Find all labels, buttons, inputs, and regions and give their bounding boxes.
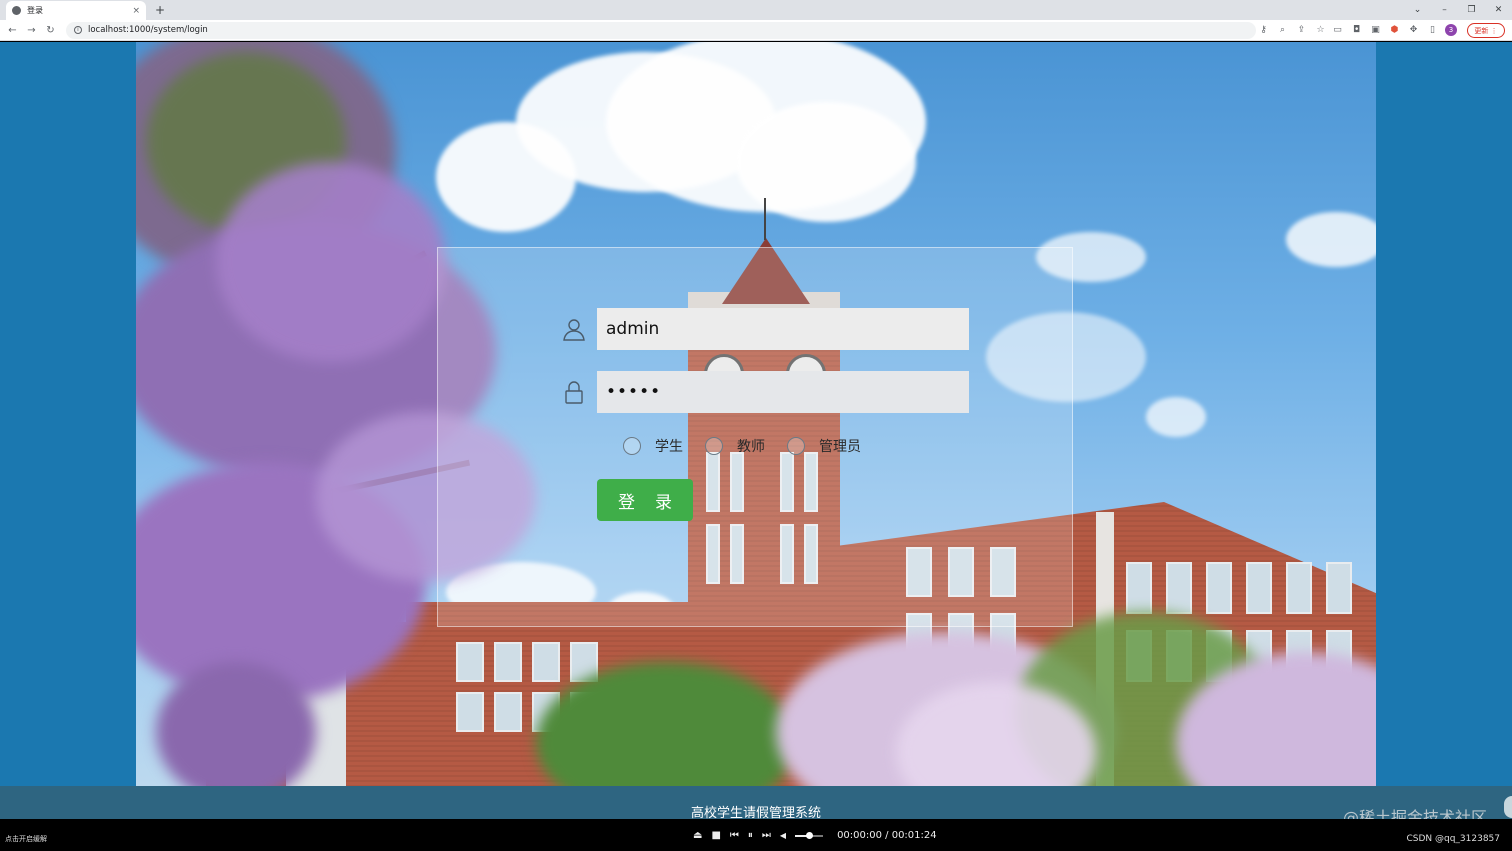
video-player-bar: 点击开启缓解 ⏏ ■ ⏮ ⏸ ⏭ ◀ 00:00:00 / 00:01:24 C… <box>0 819 1512 851</box>
screenshot-icon[interactable]: ◘ <box>1347 25 1366 35</box>
tab-search-icon[interactable]: ⌄ <box>1404 5 1431 15</box>
login-panel: 学生 教师 管理员 登录 <box>437 247 1073 627</box>
role-option-teacher[interactable]: 教师 <box>705 436 765 456</box>
radio-circle[interactable] <box>705 437 723 455</box>
floating-handle[interactable] <box>1504 796 1512 818</box>
pause-icon[interactable]: ⏸ <box>748 830 753 841</box>
zoom-icon[interactable]: ⌕ <box>1273 25 1292 35</box>
role-label: 学生 <box>655 439 683 455</box>
new-tab-button[interactable]: + <box>154 3 166 17</box>
forward-icon[interactable]: → <box>22 25 41 36</box>
close-window-button[interactable]: ✕ <box>1485 5 1512 15</box>
login-button[interactable]: 登录 <box>597 479 693 521</box>
username-row <box>438 308 1072 350</box>
volume-slider[interactable] <box>795 831 824 839</box>
eject-icon[interactable]: ⏏ <box>693 830 702 841</box>
update-label: 更新 <box>1474 26 1489 35</box>
radio-circle[interactable] <box>787 437 805 455</box>
radio-circle[interactable] <box>623 437 641 455</box>
reload-icon[interactable]: ↻ <box>41 25 60 36</box>
globe-icon <box>12 6 21 15</box>
playback-time: 00:00:00 / 00:01:24 <box>837 830 937 841</box>
update-button[interactable]: 更新 ⋮ <box>1467 23 1505 38</box>
cast-icon[interactable]: ▭ <box>1328 25 1347 35</box>
role-radio-group: 学生 教师 管理员 <box>623 436 883 456</box>
user-icon <box>563 319 585 341</box>
shield-extension-icon[interactable]: ⬢ <box>1385 25 1404 35</box>
profile-avatar[interactable]: 3 <box>1445 24 1457 36</box>
share-icon[interactable]: ⇪ <box>1292 25 1311 35</box>
csdn-label: CSDN @qq_3123857 <box>1406 834 1500 844</box>
role-label: 教师 <box>737 439 765 455</box>
address-bar[interactable]: i localhost:1000/system/login <box>66 21 1256 39</box>
volume-icon[interactable]: ◀ <box>780 831 786 840</box>
player-hint[interactable]: 点击开启缓解 <box>5 834 47 844</box>
previous-icon[interactable]: ⏮ <box>730 830 739 841</box>
next-icon[interactable]: ⏭ <box>762 830 771 841</box>
site-info-icon[interactable]: i <box>74 26 82 34</box>
page-footer: 高校学生请假管理系统 @稀土掘金技术社区 <box>0 786 1512 827</box>
login-page: 学生 教师 管理员 登录 <box>0 42 1512 786</box>
close-tab-icon[interactable]: × <box>132 6 140 16</box>
url-text[interactable]: localhost:1000/system/login <box>88 25 208 35</box>
lock-icon <box>565 381 583 404</box>
username-input[interactable] <box>597 308 969 350</box>
browser-tab[interactable]: 登录 × <box>6 1 146 20</box>
extensions-puzzle-icon[interactable]: ✥ <box>1404 25 1423 35</box>
minimize-button[interactable]: – <box>1431 5 1458 15</box>
role-option-student[interactable]: 学生 <box>623 436 683 456</box>
restore-button[interactable]: ❐ <box>1458 5 1485 15</box>
key-icon[interactable]: ⚷ <box>1254 25 1273 35</box>
volume-knob[interactable] <box>806 831 814 839</box>
browser-tab-strip: 登录 × + ⌄ – ❐ ✕ <box>0 0 1512 20</box>
role-label: 管理员 <box>819 439 861 455</box>
side-panel-icon[interactable]: ▯ <box>1423 25 1442 35</box>
back-icon[interactable]: ← <box>3 25 22 36</box>
stop-icon[interactable]: ■ <box>711 830 720 841</box>
password-input[interactable] <box>597 371 969 413</box>
image-extension-icon[interactable]: ▣ <box>1366 25 1385 35</box>
tab-title: 登录 <box>27 6 43 15</box>
role-option-admin[interactable]: 管理员 <box>787 436 861 456</box>
password-row <box>438 371 1072 413</box>
browser-toolbar: ← → ↻ i localhost:1000/system/login ⚷ ⌕ … <box>0 20 1512 41</box>
